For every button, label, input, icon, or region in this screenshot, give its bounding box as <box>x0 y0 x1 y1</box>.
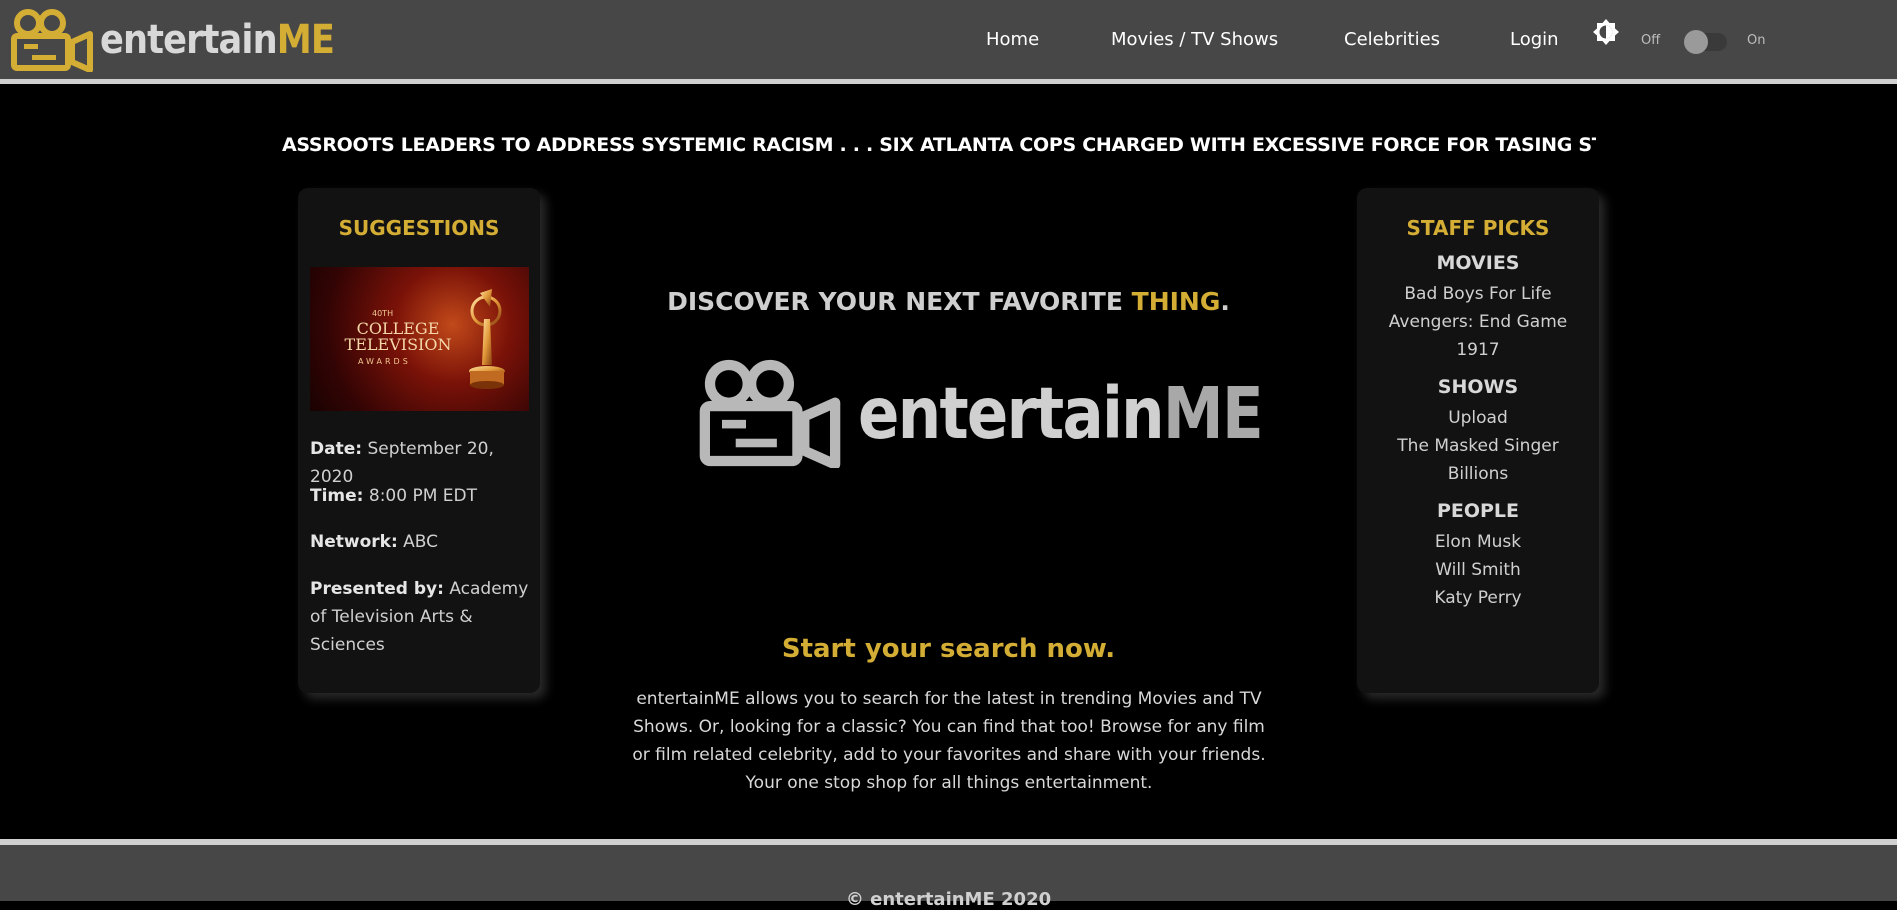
footer-copyright: © entertainME 2020 <box>845 889 1052 910</box>
pick-person-item[interactable]: Will Smith <box>1357 556 1599 584</box>
brand-wordmark: entertainME <box>100 17 335 63</box>
hero-heading-highlight: THING <box>1131 287 1221 316</box>
nav-link-home[interactable]: Home <box>986 29 1039 50</box>
navbar: entertainME Home Movies / TV Shows Celeb… <box>0 0 1897 84</box>
hero-heading: DISCOVER YOUR NEXT FAVORITE THING. <box>560 287 1337 316</box>
shows-heading: SHOWS <box>1437 376 1519 398</box>
people-heading: PEOPLE <box>1436 500 1520 522</box>
hero-wordmark: entertainME <box>858 378 1264 449</box>
suggestions-card: SUGGESTIONS 40TH COLLEGE TELEVISION AWAR… <box>298 188 540 693</box>
pick-show-item[interactable]: Billions <box>1357 460 1599 488</box>
date-label: Date: <box>310 439 363 459</box>
dark-mode-toggle[interactable] <box>1684 30 1727 54</box>
hero-logo-main: entertain <box>858 371 1165 455</box>
suggestion-time: Time: 8:00 PM EDT <box>310 482 530 510</box>
toggle-on-label: On <box>1747 33 1766 48</box>
network-label: Network: <box>310 532 398 552</box>
time-value: 8:00 PM EDT <box>368 486 477 506</box>
pick-person-item[interactable]: Elon Musk <box>1357 528 1599 556</box>
time-label: Time: <box>310 486 364 506</box>
suggestion-image[interactable]: 40TH COLLEGE TELEVISION AWARDS <box>310 267 529 411</box>
toggle-off-label: Off <box>1641 33 1661 48</box>
pick-show-item[interactable]: The Masked Singer <box>1357 432 1599 460</box>
nav-link-movies-tv[interactable]: Movies / TV Shows <box>1111 29 1278 50</box>
hero-description: entertainME allows you to search for the… <box>632 689 1266 793</box>
suggestion-presenter: Presented by: Academy of Television Arts… <box>310 575 530 659</box>
staff-picks-card: STAFF PICKS MOVIES Bad Boys For Life Ave… <box>1357 188 1599 693</box>
hero-logo-accent: ME <box>1162 371 1264 455</box>
start-search-heading: Start your search now. <box>781 634 1116 664</box>
nav-link-login[interactable]: Login <box>1510 29 1559 50</box>
movie-camera-icon <box>11 9 93 72</box>
pick-movie-item[interactable]: Bad Boys For Life <box>1357 280 1599 308</box>
toggle-knob <box>1684 30 1708 54</box>
pick-show-item[interactable]: Upload <box>1357 404 1599 432</box>
staff-picks-title: STAFF PICKS <box>1406 216 1550 240</box>
hero-logo: entertainME <box>698 358 1328 468</box>
brand-logo[interactable]: entertainME <box>10 8 366 72</box>
news-ticker-text: ASSROOTS LEADERS TO ADDRESS SYSTEMIC RAC… <box>282 134 1596 156</box>
movie-camera-icon <box>699 359 841 468</box>
news-ticker: ASSROOTS LEADERS TO ADDRESS SYSTEMIC RAC… <box>282 134 1596 162</box>
brand-main-text: entertain <box>100 17 278 63</box>
brightness-icon <box>1593 19 1619 45</box>
suggestion-image-line1: 40TH <box>372 309 394 318</box>
footer: © entertainME 2020 <box>0 839 1897 910</box>
suggestion-network: Network: ABC <box>310 528 530 556</box>
movies-heading: MOVIES <box>1436 252 1520 274</box>
network-value: ABC <box>403 532 439 552</box>
pick-person-item[interactable]: Katy Perry <box>1357 584 1599 612</box>
presented-label: Presented by: <box>310 579 444 599</box>
suggestion-image-line2: COLLEGE TELEVISION <box>344 319 452 354</box>
suggestion-image-line3: AWARDS <box>358 357 411 366</box>
suggestions-title: SUGGESTIONS <box>338 216 500 240</box>
nav-link-celebrities[interactable]: Celebrities <box>1344 29 1440 50</box>
pick-movie-item[interactable]: 1917 <box>1357 336 1599 364</box>
hero-heading-pre: DISCOVER YOUR NEXT FAVORITE <box>667 287 1132 316</box>
hero-heading-post: . <box>1220 287 1230 316</box>
pick-movie-item[interactable]: Avengers: End Game <box>1357 308 1599 336</box>
brand-accent-text: ME <box>276 17 335 63</box>
emmy-statuette-icon <box>469 289 505 389</box>
